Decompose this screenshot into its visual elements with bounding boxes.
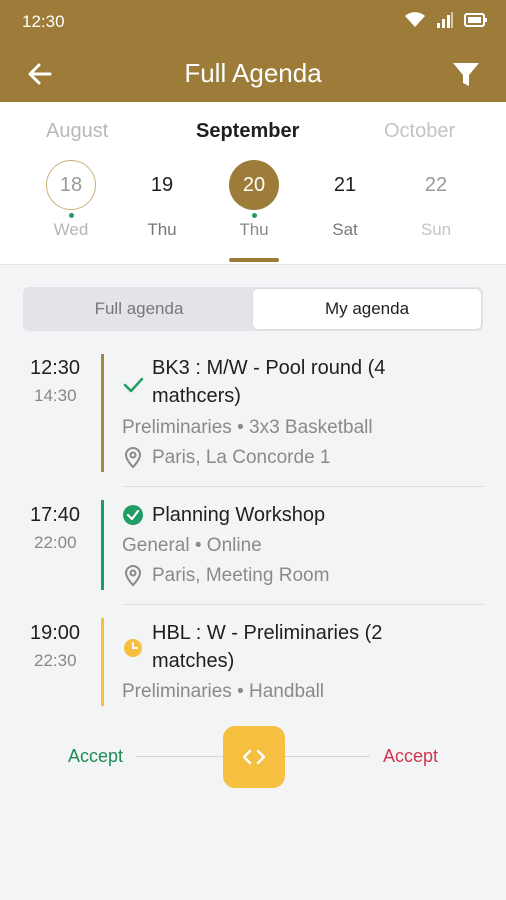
calendar-strip: August September October 18 Wed 19 Thu 2… xyxy=(0,102,506,265)
day-number: 18 xyxy=(46,160,96,210)
day-20[interactable]: 20 Thu xyxy=(226,160,282,250)
checkmark-icon xyxy=(123,377,144,393)
wifi-icon xyxy=(405,12,425,27)
day-21[interactable]: 21 Sat xyxy=(317,160,373,250)
location-pin-icon xyxy=(124,446,142,469)
event-end-time: 14:30 xyxy=(34,386,77,405)
agenda-tabs: Full agenda My agenda xyxy=(23,287,483,331)
filter-button[interactable] xyxy=(448,56,484,92)
day-19[interactable]: 19 Thu xyxy=(134,160,190,250)
event-title-line: matches) xyxy=(152,650,235,672)
accept-left-label[interactable]: Accept xyxy=(68,746,123,767)
event-end-time: 22:30 xyxy=(34,651,77,670)
clock-icon xyxy=(124,639,142,657)
swipe-track-right xyxy=(285,756,370,757)
accept-right-label[interactable]: Accept xyxy=(383,746,438,767)
day-number: 21 xyxy=(333,173,357,196)
event-accent-bar xyxy=(101,354,104,472)
day-weekday: Sun xyxy=(420,220,452,239)
event-end-time: 22:00 xyxy=(34,533,77,552)
tab-full-agenda[interactable]: Full agenda xyxy=(25,289,253,329)
status-time: 12:30 xyxy=(22,12,65,31)
day-weekday: Wed xyxy=(53,220,89,239)
event-title: BK3 : M/W - Pool round (4 mathcers) xyxy=(152,354,452,410)
event-meta: Preliminaries • Handball xyxy=(122,681,325,702)
location-pin-icon xyxy=(124,564,142,587)
event-location: Paris, La Concorde 1 xyxy=(122,446,331,470)
event-accent-bar xyxy=(101,618,104,706)
app-bar: 12:30 Full Agenda xyxy=(0,0,506,102)
event-start-time: 12:30 xyxy=(30,357,81,379)
tab-my-agenda[interactable]: My agenda xyxy=(253,289,481,329)
status-icons xyxy=(404,11,488,29)
event-accent-bar xyxy=(101,500,104,590)
event-title: HBL : W - Preliminaries (2 matches) xyxy=(152,619,452,675)
event-title-line: BK3 : M/W - Pool round (4 xyxy=(152,357,386,379)
event-meta: Preliminaries • 3x3 Basketball xyxy=(122,417,373,438)
event-title: Planning Workshop xyxy=(152,501,452,529)
page-title: Full Agenda xyxy=(184,58,322,88)
battery-icon xyxy=(464,13,487,27)
swipe-accept-control: Accept Accept xyxy=(0,726,506,788)
day-22[interactable]: 22 Sun xyxy=(408,160,464,250)
chevrons-left-right-icon xyxy=(242,749,266,765)
event-location: Paris, Meeting Room xyxy=(122,564,329,588)
day-weekday: Thu xyxy=(239,220,269,239)
event-title-line: Planning Workshop xyxy=(152,504,326,526)
divider xyxy=(122,604,484,605)
divider xyxy=(122,486,484,487)
event-location-text: Paris, Meeting Room xyxy=(152,565,330,586)
day-number: 19 xyxy=(150,173,174,196)
event-title-line: HBL : W - Preliminaries (2 xyxy=(152,622,383,644)
day-18[interactable]: 18 Wed xyxy=(43,160,99,250)
event-start-time: 19:00 xyxy=(30,622,81,644)
day-number: 20 xyxy=(229,160,279,210)
selected-day-indicator xyxy=(229,258,279,262)
day-number: 22 xyxy=(424,173,448,196)
event-dot xyxy=(251,213,257,218)
filter-icon xyxy=(453,63,479,86)
month-prev[interactable]: August xyxy=(46,120,108,143)
event-location-text: Paris, La Concorde 1 xyxy=(152,447,331,468)
event-title-line: mathcers) xyxy=(152,385,241,407)
event-meta: General • Online xyxy=(122,535,262,556)
month-next[interactable]: October xyxy=(384,120,455,143)
month-current: September xyxy=(196,120,300,142)
day-weekday: Thu xyxy=(147,220,177,239)
day-weekday: Sat xyxy=(332,220,358,239)
title-row: Full Agenda xyxy=(0,50,506,98)
event-start-time: 17:40 xyxy=(30,504,81,526)
event-dot xyxy=(68,213,74,218)
swipe-handle[interactable] xyxy=(223,726,285,788)
signal-icon xyxy=(437,12,453,28)
swipe-track-left xyxy=(136,756,223,757)
check-circle-icon xyxy=(123,505,143,525)
